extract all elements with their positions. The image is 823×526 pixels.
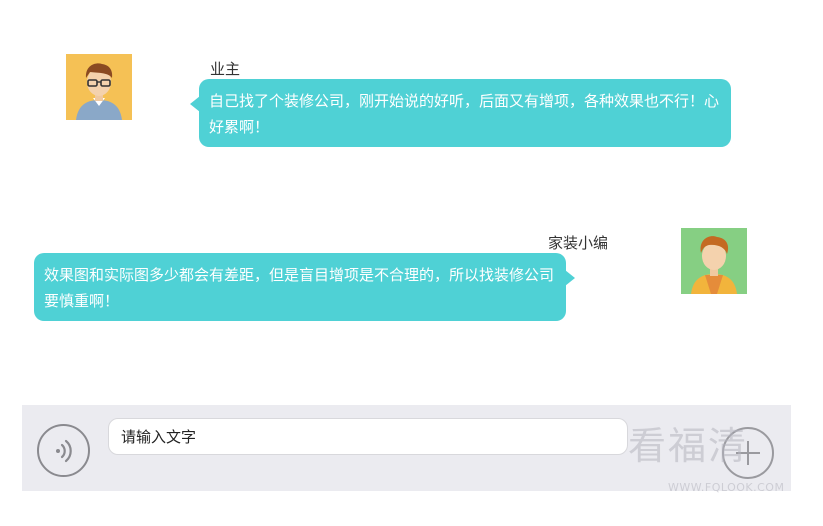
voice-icon [56,439,72,463]
plus-button[interactable] [722,427,774,479]
message-input[interactable] [108,418,628,455]
owner-message-text: 自己找了个装修公司，刚开始说的好听，后面又有增项，各种效果也不行！心好累啊！ [209,92,720,136]
owner-message-bubble: 自己找了个装修公司，刚开始说的好听，后面又有增项，各种效果也不行！心好累啊！ [190,79,731,147]
voice-button[interactable] [37,424,90,477]
input-bar [22,405,791,491]
bubble-tail [565,270,575,286]
editor-name: 家装小编 [548,234,609,252]
editor-message-text: 效果图和实际图多少都会有差距，但是盲目增项是不合理的，所以找装修公司要慎重啊！ [44,266,555,310]
editor-message-bubble: 效果图和实际图多少都会有差距，但是盲目增项是不合理的，所以找装修公司要慎重啊！ [34,253,575,321]
owner-avatar [66,54,132,120]
editor-avatar [681,228,747,294]
bubble-tail [190,96,200,112]
owner-name: 业主 [210,60,241,78]
man-glasses-avatar-icon [66,54,132,120]
young-man-avatar-icon [681,228,747,294]
